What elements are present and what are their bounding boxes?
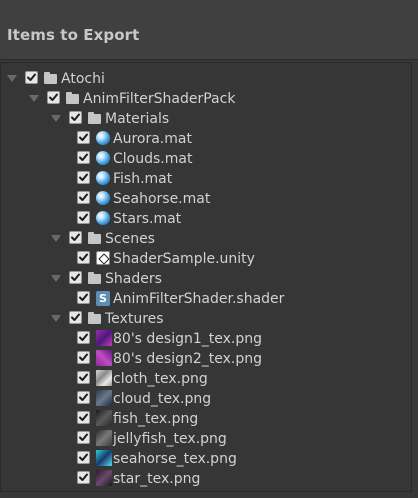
tree-row[interactable]: Seahorse.mat [1, 189, 411, 209]
foldout-arrow-icon[interactable] [51, 315, 61, 322]
export-checkbox[interactable] [77, 131, 90, 144]
foldout-arrow-icon[interactable] [51, 115, 61, 122]
export-header: Items to Export [0, 0, 418, 60]
tree-item-label: Materials [105, 111, 170, 127]
tree-row[interactable]: AnimFilterShaderPack [1, 89, 411, 109]
tree-item-label: Aurora.mat [113, 131, 192, 147]
tree-row[interactable]: Atochi [1, 69, 411, 89]
export-checkbox[interactable] [69, 231, 82, 244]
tree-item-label: cloth_tex.png [113, 371, 208, 387]
tree-row[interactable]: seahorse_tex.png [1, 449, 411, 469]
tree-row[interactable]: fish_tex.png [1, 409, 411, 429]
tree-row[interactable]: cloud_tex.png [1, 389, 411, 409]
texture-icon [96, 410, 112, 426]
export-checkbox[interactable] [77, 391, 90, 404]
material-icon [96, 151, 110, 165]
tree-item-label: Clouds.mat [113, 151, 193, 167]
folder-icon [88, 112, 101, 124]
tree-row[interactable]: S AnimFilterShader.shader [1, 289, 411, 309]
tree-item-label: jellyfish_tex.png [113, 431, 227, 447]
tree-item-label: Textures [105, 311, 164, 327]
export-checkbox[interactable] [77, 291, 90, 304]
texture-icon [96, 370, 112, 386]
tree-row[interactable]: cloth_tex.png [1, 369, 411, 389]
shader-icon: S [96, 291, 110, 306]
export-checkbox[interactable] [77, 351, 90, 364]
export-checkbox[interactable] [25, 71, 38, 84]
material-icon [96, 171, 110, 185]
export-checkbox[interactable] [77, 371, 90, 384]
tree-item-label: 80's design2_tex.png [113, 351, 262, 367]
tree-item-label: fish_tex.png [113, 411, 199, 427]
export-checkbox[interactable] [77, 171, 90, 184]
material-icon [96, 211, 110, 225]
tree-item-label: Scenes [105, 231, 155, 247]
tree-row[interactable]: 80's design2_tex.png [1, 349, 411, 369]
texture-icon [96, 390, 112, 406]
tree-row[interactable]: Stars.mat [1, 209, 411, 229]
tree-item-label: 80's design1_tex.png [113, 331, 262, 347]
foldout-arrow-icon[interactable] [7, 75, 17, 82]
tree-row[interactable]: jellyfish_tex.png [1, 429, 411, 449]
folder-icon [44, 72, 57, 84]
foldout-arrow-icon[interactable] [51, 275, 61, 282]
tree-row[interactable]: Clouds.mat [1, 149, 411, 169]
material-icon [96, 191, 110, 205]
texture-icon [96, 350, 112, 366]
texture-icon [96, 450, 112, 466]
tree-row[interactable]: ShaderSample.unity [1, 249, 411, 269]
export-checkbox[interactable] [69, 271, 82, 284]
material-icon [96, 131, 110, 145]
tree-row[interactable]: Aurora.mat [1, 129, 411, 149]
foldout-arrow-icon[interactable] [29, 95, 39, 102]
tree-row[interactable]: Materials [1, 109, 411, 129]
texture-icon [96, 470, 112, 486]
export-checkbox[interactable] [77, 251, 90, 264]
export-tree: Atochi AnimFilterShaderPack Materials Auror… [0, 62, 412, 492]
texture-icon [96, 430, 112, 446]
foldout-arrow-icon[interactable] [51, 235, 61, 242]
texture-icon [96, 330, 112, 346]
tree-row[interactable]: star_tex.png [1, 469, 411, 489]
tree-row[interactable]: 80's design1_tex.png [1, 329, 411, 349]
export-checkbox[interactable] [69, 111, 82, 124]
export-checkbox[interactable] [77, 331, 90, 344]
folder-icon [88, 312, 101, 324]
tree-item-label: star_tex.png [113, 471, 201, 487]
folder-icon [88, 272, 101, 284]
tree-item-label: ShaderSample.unity [113, 251, 255, 267]
tree-row[interactable]: Scenes [1, 229, 411, 249]
tree-item-label: AnimFilterShader.shader [113, 291, 285, 307]
tree-item-label: AnimFilterShaderPack [83, 91, 236, 107]
tree-item-label: Fish.mat [113, 171, 173, 187]
export-checkbox[interactable] [77, 151, 90, 164]
tree-row[interactable]: Shaders [1, 269, 411, 289]
export-checkbox[interactable] [77, 471, 90, 484]
tree-item-label: Atochi [61, 71, 105, 87]
folder-icon [66, 92, 79, 104]
export-checkbox[interactable] [77, 431, 90, 444]
tree-item-label: Seahorse.mat [113, 191, 211, 207]
export-checkbox[interactable] [77, 451, 90, 464]
export-checkbox[interactable] [77, 411, 90, 424]
export-checkbox[interactable] [69, 311, 82, 324]
tree-item-label: cloud_tex.png [113, 391, 212, 407]
items-to-export-title: Items to Export [7, 26, 140, 44]
unity-scene-icon [96, 251, 110, 265]
tree-item-label: seahorse_tex.png [113, 451, 237, 467]
tree-row[interactable]: Fish.mat [1, 169, 411, 189]
export-checkbox[interactable] [77, 211, 90, 224]
folder-icon [88, 232, 101, 244]
tree-item-label: Shaders [105, 271, 162, 287]
export-checkbox[interactable] [47, 91, 60, 104]
tree-item-label: Stars.mat [113, 211, 182, 227]
export-checkbox[interactable] [77, 191, 90, 204]
tree-row[interactable]: Textures [1, 309, 411, 329]
